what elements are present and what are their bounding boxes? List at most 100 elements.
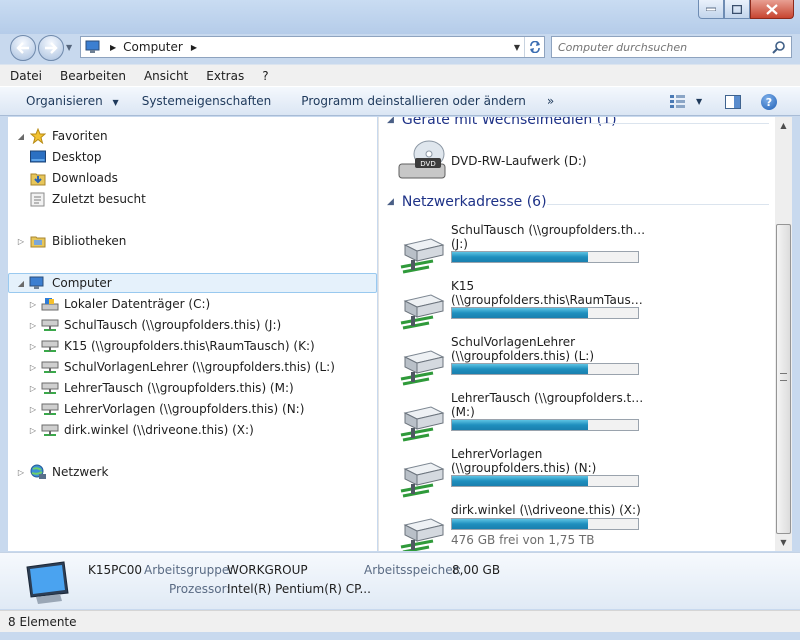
grip-icon [780,373,787,381]
network-drive-tile[interactable]: SchulVorlagenLehrer (\\groupfolders.this)… [397,335,647,387]
drive-name-line: SchulTausch (\\groupfolders.this) [451,223,647,237]
tree-item-drive-m[interactable]: ▷ LehrerTausch (\\groupfolders.this) (M:… [28,378,294,398]
svg-text:DVD: DVD [420,160,435,168]
network-drive-tile[interactable]: K15 (\\groupfolders.this\RaumTausch... [397,279,647,331]
network-drive-icon [41,380,59,396]
drive-name: DVD-RW-Laufwerk (D:) [451,154,587,168]
network-drive-icon [41,401,59,417]
uninstall-program-button[interactable]: Programm deinstallieren oder ändern [284,94,539,108]
navigation-bar: ▼ ▶ Computer ▶ ▼ [0,34,800,62]
group-header-network[interactable]: ◢ Netzwerkadresse (6) [387,194,547,210]
drive-tile-dvd[interactable]: DVD DVD-RW-Laufwerk (D:) [397,136,647,188]
vertical-scrollbar[interactable]: ▲ ▼ [775,117,792,551]
tree-label: Computer [52,276,112,290]
network-drive-icon [397,511,447,551]
breadcrumb-computer[interactable]: Computer [123,40,183,54]
menu-edit[interactable]: Bearbeiten [50,69,134,83]
details-pane: K15PC00 Arbeitsgruppe: WORKGROUP Arbeits… [0,552,800,609]
address-dropdown-icon[interactable]: ▼ [514,43,520,52]
group-header-removable[interactable]: ◢ Geräte mit Wechselmedien (1) [387,117,617,128]
collapsed-chevron-icon[interactable]: ▷ [28,342,38,351]
tree-item-drive-n[interactable]: ▷ LehrerVorlagen (\\groupfolders.this) (… [28,399,304,419]
help-button[interactable]: ? [761,94,777,110]
network-drive-tile[interactable]: LehrerTausch (\\groupfolders.this) (M:) [397,391,647,443]
system-properties-button[interactable]: Systemeigenschaften [132,94,285,108]
search-box[interactable] [551,36,792,58]
collapsed-chevron-icon[interactable]: ▷ [16,468,26,477]
tree-item-favorites[interactable]: ◢ Favoriten [16,126,108,146]
libraries-icon [29,233,47,249]
back-button[interactable] [10,35,36,61]
collapsed-chevron-icon[interactable]: ▷ [28,384,38,393]
tree-item-drive-k[interactable]: ▷ K15 (\\groupfolders.this\RaumTausch) (… [28,336,315,356]
drive-name-line: SchulVorlagenLehrer [451,335,576,349]
scroll-down-icon[interactable]: ▼ [775,534,792,551]
search-icon[interactable] [772,40,786,54]
tree-label: SchulTausch (\\groupfolders.this) (J:) [64,318,282,332]
downloads-folder-icon [29,170,47,186]
collapsed-chevron-icon[interactable]: ▷ [28,363,38,372]
expanded-chevron-icon[interactable]: ◢ [16,279,26,288]
collapsed-chevron-icon[interactable]: ▷ [16,237,26,246]
menu-view[interactable]: Ansicht [134,69,196,83]
usage-bar [451,363,639,375]
usage-bar [451,475,639,487]
organize-button[interactable]: Organisieren ▼ [0,94,132,108]
preview-pane-button[interactable] [725,95,741,112]
forward-arrow-icon [45,42,58,54]
tree-item-libraries[interactable]: ▷ Bibliotheken [16,231,126,251]
collapsed-chevron-icon[interactable]: ▷ [28,321,38,330]
free-space-text: 476 GB frei von 1,75 TB [451,533,595,547]
collapsed-chevron-icon[interactable]: ▷ [28,405,38,414]
search-input[interactable] [558,40,768,54]
menu-help[interactable]: ? [252,69,276,83]
tree-item-drive-x[interactable]: ▷ dirk.winkel (\\driveone.this) (X:) [28,420,254,440]
scroll-up-icon[interactable]: ▲ [775,117,792,134]
memory-value: 8,00 GB [452,563,501,577]
organize-label: Organisieren [26,94,103,108]
menu-tools[interactable]: Extras [196,69,252,83]
tree-item-drive-l[interactable]: ▷ SchulVorlagenLehrer (\\groupfolders.th… [28,357,335,377]
collapse-group-icon[interactable]: ◢ [387,117,394,125]
more-commands-button[interactable]: » [539,94,567,108]
tree-item-network[interactable]: ▷ Netzwerk [16,462,108,482]
collapsed-chevron-icon[interactable]: ▷ [28,426,38,435]
window-controls [698,0,794,19]
expanded-chevron-icon[interactable]: ◢ [16,132,26,141]
network-drive-tile[interactable]: dirk.winkel (\\driveone.this) (X:) 476 GB… [397,503,647,551]
tree-item-recent[interactable]: Zuletzt besucht [26,189,146,209]
minimize-button[interactable] [698,0,724,19]
recent-pages-dropdown[interactable]: ▼ [66,43,72,52]
drive-name-line: K15 [451,279,475,293]
network-drive-icon [41,338,59,354]
collapsed-chevron-icon[interactable]: ▷ [28,300,38,309]
refresh-button[interactable] [524,37,544,57]
breadcrumb-chevron-icon: ▶ [110,42,117,52]
network-drive-icon [41,422,59,438]
close-button[interactable] [750,0,794,19]
collapse-group-icon[interactable]: ◢ [387,197,394,207]
local-disk-icon [41,296,59,312]
group-divider [547,204,769,205]
drive-name-line: (\\groupfolders.this\RaumTausch... [451,293,647,307]
usage-bar [451,419,639,431]
view-options-button[interactable]: ▼ [670,94,702,108]
network-drive-icon [397,343,447,387]
tree-item-computer[interactable]: ◢ Computer [8,273,377,293]
chevron-down-icon: ▼ [696,96,703,106]
back-arrow-icon [16,42,29,54]
tree-item-downloads[interactable]: Downloads [26,168,118,188]
scrollbar-thumb[interactable] [776,224,791,534]
maximize-button[interactable] [724,0,750,19]
network-drive-tile[interactable]: LehrerVorlagen (\\groupfolders.this) (N:) [397,447,647,499]
tree-item-drive-c[interactable]: ▷ Lokaler Datenträger (C:) [28,294,210,314]
tree-item-desktop[interactable]: Desktop [26,147,102,167]
tree-item-drive-j[interactable]: ▷ SchulTausch (\\groupfolders.this) (J:) [28,315,281,335]
breadcrumb-chevron-icon[interactable]: ▶ [191,43,197,52]
address-bar[interactable]: ▶ Computer ▶ ▼ [80,36,545,58]
usage-bar [451,307,639,319]
menu-file[interactable]: Datei [0,69,50,83]
forward-button[interactable] [38,35,64,61]
computer-icon [85,40,100,53]
network-drive-tile[interactable]: SchulTausch (\\groupfolders.this) (J:) [397,223,647,275]
